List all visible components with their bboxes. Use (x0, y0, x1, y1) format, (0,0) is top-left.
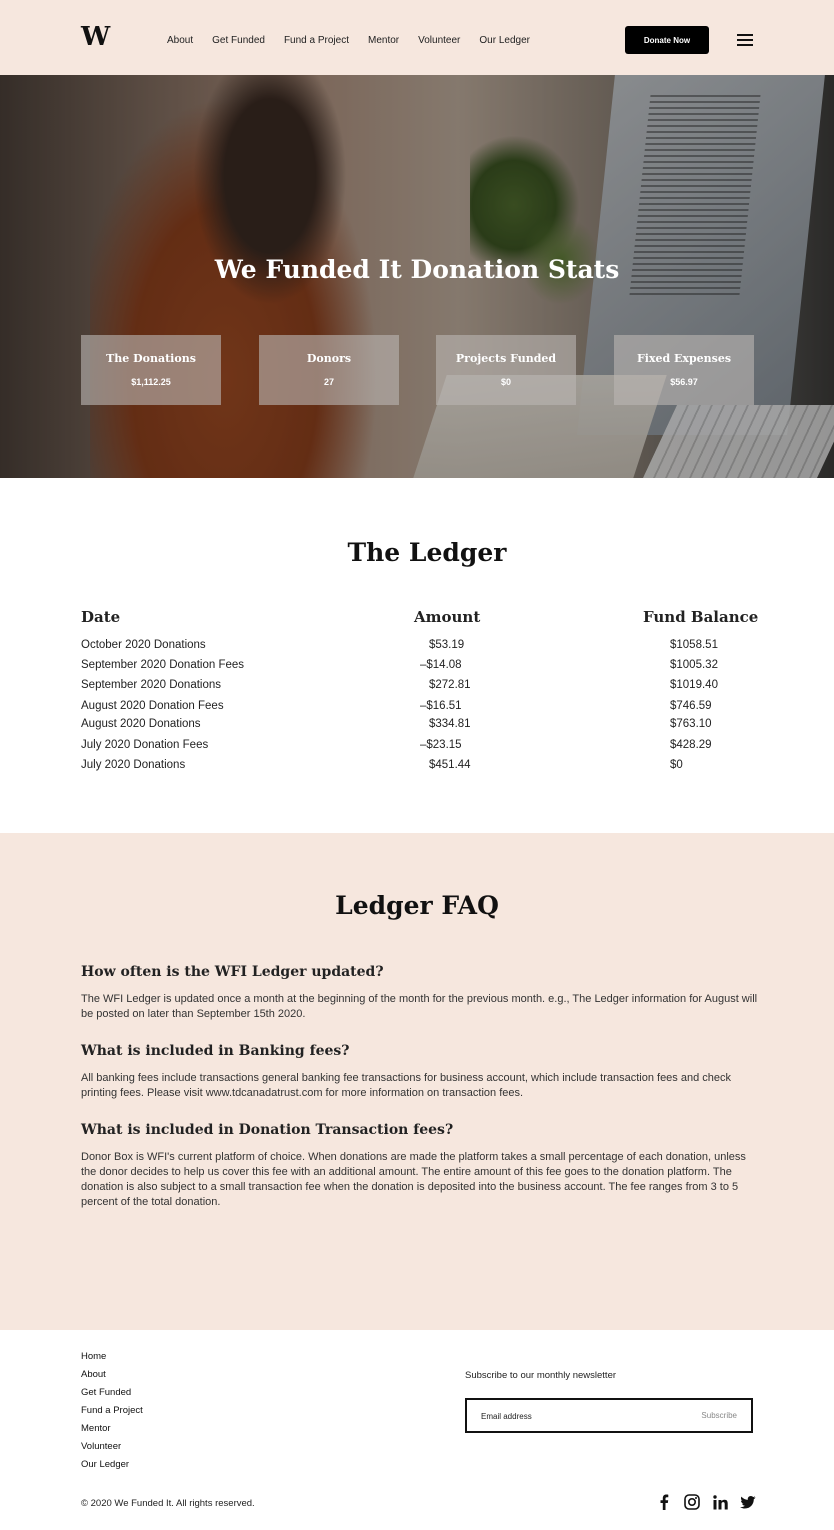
ledger-row: October 2020 Donations $53.19 $1058.51 (0, 635, 834, 655)
nav-our-ledger[interactable]: Our Ledger (479, 33, 530, 49)
faq-title: Ledger FAQ (335, 891, 499, 920)
instagram-icon[interactable] (684, 1494, 700, 1510)
ledger-amount: $334.81 (429, 718, 471, 730)
ledger-balance: $0 (670, 759, 683, 771)
footer-link-get-funded[interactable]: Get Funded (81, 1384, 143, 1402)
ledger-date: July 2020 Donations (81, 759, 186, 771)
ledger-balance: $428.29 (670, 739, 712, 751)
nav-fund-a-project[interactable]: Fund a Project (284, 33, 349, 49)
faq-answer: Donor Box is WFI's current platform of c… (81, 1151, 746, 1208)
hero-banner: We Funded It Donation Stats The Donation… (0, 75, 834, 478)
stat-value: $1,112.25 (131, 377, 171, 387)
newsletter-label: Subscribe to our monthly newsletter (465, 1370, 617, 1381)
faq-question: What is included in Donation Transaction… (81, 1122, 454, 1138)
footer-link-mentor[interactable]: Mentor (81, 1420, 143, 1438)
site-footer: Home About Get Funded Fund a Project Men… (0, 1330, 834, 1530)
stat-label: Projects Funded (455, 352, 557, 365)
ledger-amount: –$14.08 (420, 659, 462, 671)
ledger-amount: $272.81 (429, 679, 471, 691)
faq-question: What is included in Banking fees? (81, 1043, 350, 1059)
ledger-row: July 2020 Donations $451.44 $0 (0, 755, 834, 775)
nav-volunteer[interactable]: Volunteer (418, 33, 460, 49)
donate-now-button[interactable]: Donate Now (625, 26, 709, 54)
ledger-amount: –$23.15 (420, 739, 462, 751)
hamburger-menu-icon[interactable] (737, 34, 753, 46)
ledger-date: September 2020 Donation Fees (81, 659, 245, 671)
ledger-amount: $53.19 (429, 639, 465, 651)
faq-section: Ledger FAQ How often is the WFI Ledger u… (0, 833, 834, 1330)
linkedin-icon[interactable] (712, 1494, 728, 1510)
stat-label: The Donations (106, 352, 196, 365)
footer-link-home[interactable]: Home (81, 1348, 143, 1366)
hero-title: We Funded It Donation Stats (214, 255, 620, 284)
ledger-balance: $1019.40 (670, 679, 718, 691)
footer-link-our-ledger[interactable]: Our Ledger (81, 1456, 143, 1474)
twitter-icon[interactable] (740, 1494, 756, 1510)
main-nav: About Get Funded Fund a Project Mentor V… (167, 33, 549, 49)
ledger-date: September 2020 Donations (81, 679, 222, 691)
faq-question: How often is the WFI Ledger updated? (81, 964, 384, 980)
column-header-fund-balance: Fund Balance (643, 608, 759, 626)
stat-card-projects-funded: Projects Funded $0 (436, 335, 576, 405)
ledger-title: The Ledger (347, 538, 507, 567)
ledger-date: August 2020 Donation Fees (81, 700, 224, 712)
faq-answer: The WFI Ledger is updated once a month a… (81, 993, 758, 1020)
ledger-row: July 2020 Donation Fees –$23.15 $428.29 (0, 735, 834, 755)
nav-get-funded[interactable]: Get Funded (212, 33, 265, 49)
stat-value: $56.97 (670, 377, 698, 387)
faq-answer: All banking fees include transactions ge… (81, 1072, 731, 1099)
social-links (656, 1494, 756, 1510)
copyright-text: © 2020 We Funded It. All rights reserved… (81, 1498, 255, 1509)
facebook-icon[interactable] (656, 1494, 672, 1510)
ledger-balance: $746.59 (670, 700, 712, 712)
footer-nav: Home About Get Funded Fund a Project Men… (81, 1348, 143, 1474)
footer-link-volunteer[interactable]: Volunteer (81, 1438, 143, 1456)
column-header-date: Date (81, 608, 121, 626)
stat-card-donors: Donors 27 (259, 335, 399, 405)
footer-link-fund-a-project[interactable]: Fund a Project (81, 1402, 143, 1420)
ledger-row: September 2020 Donations $272.81 $1019.4… (0, 675, 834, 695)
ledger-date: July 2020 Donation Fees (81, 739, 209, 751)
ledger-amount: $451.44 (429, 759, 471, 771)
email-input[interactable] (481, 1409, 671, 1423)
column-header-amount: Amount (414, 608, 481, 626)
stat-label: Donors (306, 352, 352, 365)
ledger-section: The Ledger Date Amount Fund Balance Octo… (0, 478, 834, 833)
stat-label: Fixed Expenses (636, 352, 732, 365)
newsletter-form: Subscribe (465, 1398, 753, 1433)
stat-value: $0 (500, 377, 511, 387)
stat-card-fixed-expenses: Fixed Expenses $56.97 (614, 335, 754, 405)
ledger-balance: $763.10 (670, 718, 712, 730)
site-logo[interactable]: W (81, 22, 111, 52)
ledger-date: October 2020 Donations (81, 639, 206, 651)
ledger-balance: $1005.32 (670, 659, 718, 671)
ledger-date: August 2020 Donations (81, 718, 201, 730)
ledger-row: September 2020 Donation Fees –$14.08 $10… (0, 655, 834, 675)
ledger-balance: $1058.51 (670, 639, 718, 651)
stat-card-donations: The Donations $1,112.25 (81, 335, 221, 405)
site-header: W About Get Funded Fund a Project Mentor… (0, 0, 834, 75)
nav-mentor[interactable]: Mentor (368, 33, 399, 49)
ledger-row: August 2020 Donation Fees –$16.51 $746.5… (0, 696, 834, 716)
footer-link-about[interactable]: About (81, 1366, 143, 1384)
ledger-row: August 2020 Donations $334.81 $763.10 (0, 714, 834, 734)
ledger-amount: –$16.51 (420, 700, 462, 712)
nav-about[interactable]: About (167, 33, 193, 49)
stat-value: 27 (323, 377, 334, 387)
subscribe-button[interactable]: Subscribe (701, 1409, 737, 1423)
